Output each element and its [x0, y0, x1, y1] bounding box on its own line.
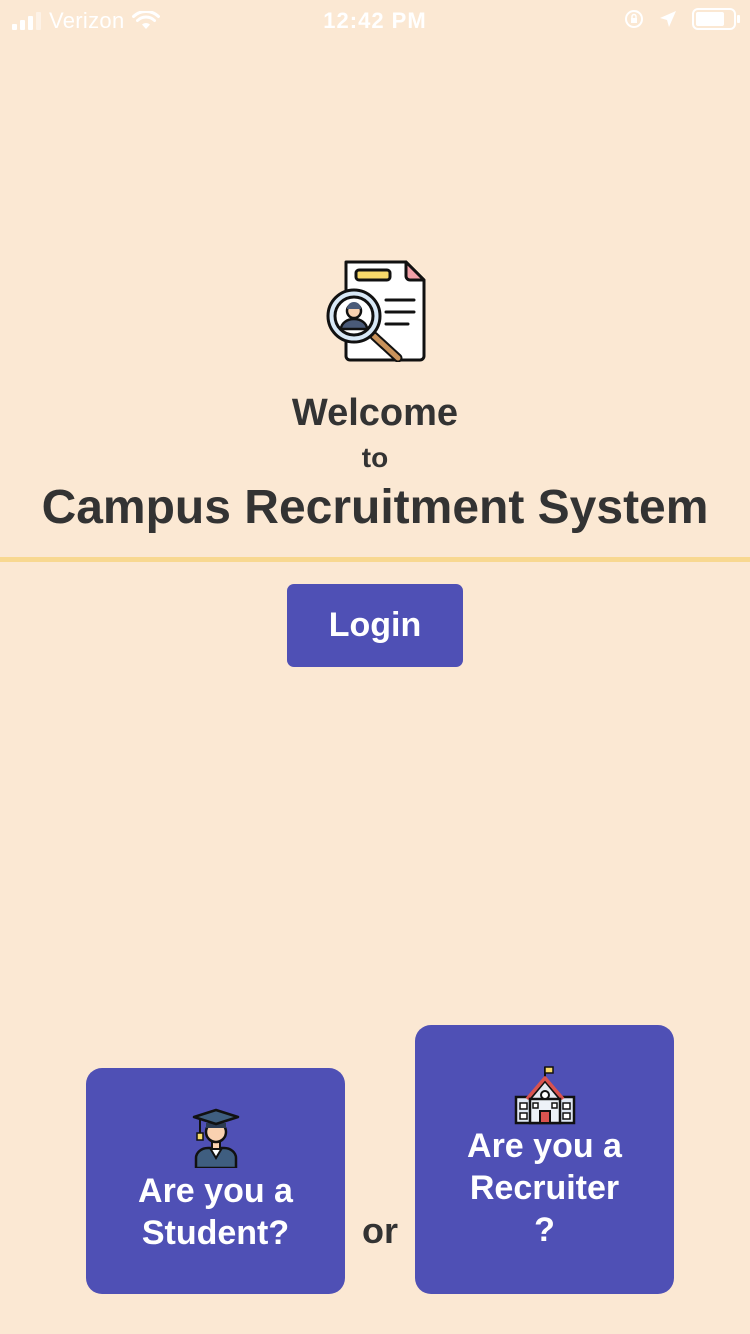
- status-right: [624, 8, 740, 30]
- rotation-lock-icon: [625, 10, 643, 28]
- welcome-text: Welcome: [291, 392, 459, 434]
- graduate-icon: [192, 1108, 239, 1168]
- app-title: Campus Recruitment System: [41, 481, 709, 534]
- login-button[interactable]: Login: [287, 584, 463, 667]
- status-bar: Verizon 12:42 PM: [0, 0, 750, 40]
- to-text: to: [361, 442, 389, 473]
- school-building-icon: [514, 1066, 575, 1125]
- resume-search-icon: [326, 260, 426, 362]
- recruiter-label: Are you a Recruiter ?: [467, 1127, 622, 1249]
- student-label: Are you a Student?: [138, 1172, 293, 1252]
- location-icon: [660, 11, 676, 27]
- or-text: or: [362, 1210, 398, 1251]
- recruiter-button[interactable]: Are you a Recruiter ?: [415, 1025, 674, 1294]
- divider: [0, 557, 750, 562]
- student-button[interactable]: Are you a Student?: [86, 1068, 345, 1294]
- battery-icon: [692, 8, 740, 30]
